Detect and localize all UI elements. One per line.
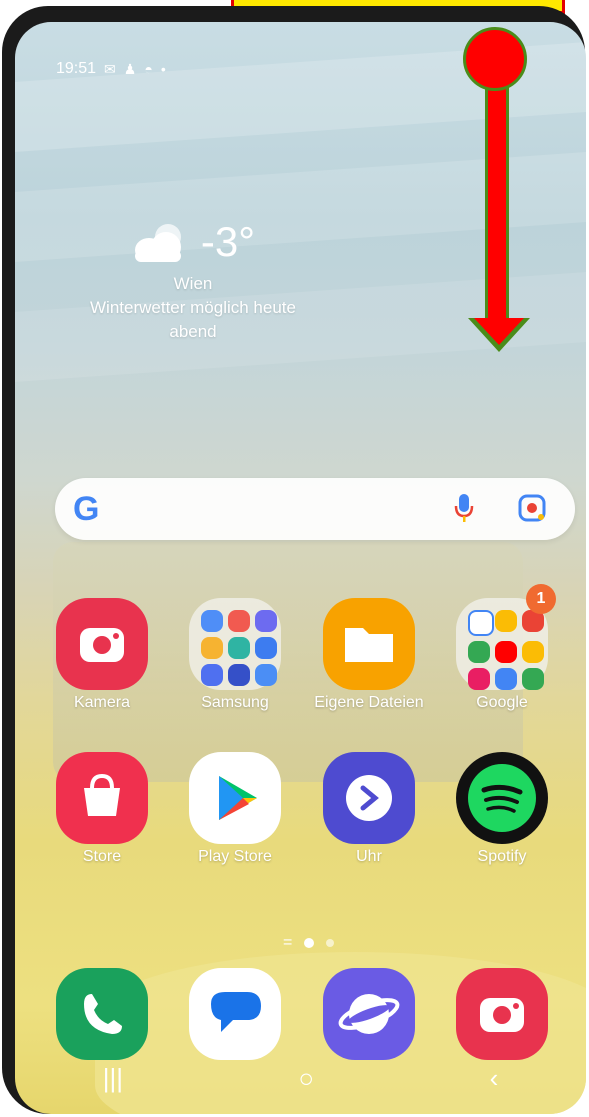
clock-icon bbox=[323, 752, 415, 844]
google-search-bar[interactable]: G bbox=[55, 478, 575, 540]
recent-apps-icon[interactable]: ||| bbox=[103, 1063, 123, 1094]
app-folder-google[interactable]: 1 Google bbox=[442, 584, 562, 712]
microphone-icon[interactable] bbox=[453, 492, 475, 529]
play-store-icon bbox=[189, 752, 281, 844]
app-play-store[interactable]: Play Store bbox=[175, 752, 295, 866]
app-folder-samsung[interactable]: Samsung bbox=[175, 598, 295, 712]
app-label: Play Store bbox=[198, 848, 272, 865]
camera-icon bbox=[56, 598, 148, 690]
shopping-bag-icon bbox=[56, 752, 148, 844]
weather-location: Wien bbox=[173, 274, 213, 293]
app-label: Uhr bbox=[356, 848, 382, 865]
temperature: -3° bbox=[200, 218, 256, 265]
weather-description: Winterwetter möglich heute abend bbox=[90, 298, 296, 341]
app-label: Spotify bbox=[477, 848, 527, 865]
dot-icon: • bbox=[160, 61, 166, 77]
current-page-dot bbox=[304, 938, 315, 948]
google-lens-icon[interactable] bbox=[517, 493, 547, 528]
app-label: Google bbox=[476, 694, 528, 711]
app-label: Eigene Dateien bbox=[314, 694, 424, 711]
home-button-icon[interactable]: ○ bbox=[298, 1063, 314, 1094]
app-spotify[interactable]: Spotify bbox=[442, 752, 562, 866]
navigation-bar: ||| ○ ‹ bbox=[15, 1042, 586, 1114]
app-kamera[interactable]: Kamera bbox=[42, 598, 162, 712]
folder-icon bbox=[323, 598, 415, 690]
touch-point-icon bbox=[463, 27, 527, 91]
app-label: Store bbox=[82, 848, 122, 865]
person-icon: ♟ bbox=[123, 60, 137, 77]
app-label: Samsung bbox=[201, 694, 269, 711]
swipe-arrow-shaft bbox=[485, 85, 509, 325]
spotify-icon bbox=[456, 752, 548, 844]
google-g-icon: G bbox=[73, 490, 100, 528]
samsung-folder-icon bbox=[189, 598, 281, 690]
app-eigene-dateien[interactable]: Eigene Dateien bbox=[309, 598, 429, 712]
app-label: Kamera bbox=[73, 694, 131, 711]
google-folder-icon: 1 bbox=[456, 584, 556, 690]
back-icon[interactable]: ‹ bbox=[490, 1063, 499, 1094]
notification-badge: 1 bbox=[526, 584, 556, 614]
home-page-icon: = bbox=[283, 934, 293, 951]
status-bar: 19:51 ✉ ♟ ◓ • bbox=[56, 60, 166, 78]
weather-widget[interactable]: -3° Wien Winterwetter möglich heute aben… bbox=[83, 218, 303, 344]
cloud-moon-icon bbox=[131, 222, 191, 262]
page-dot bbox=[326, 939, 335, 947]
app-store[interactable]: Store bbox=[42, 752, 162, 866]
swipe-arrow-head bbox=[474, 318, 524, 345]
incognito-icon: ◓ bbox=[144, 61, 153, 77]
app-uhr[interactable]: Uhr bbox=[309, 752, 429, 866]
status-time: 19:51 bbox=[56, 60, 97, 77]
page-indicator[interactable]: = bbox=[283, 934, 335, 952]
mail-icon: ✉ bbox=[104, 60, 116, 77]
